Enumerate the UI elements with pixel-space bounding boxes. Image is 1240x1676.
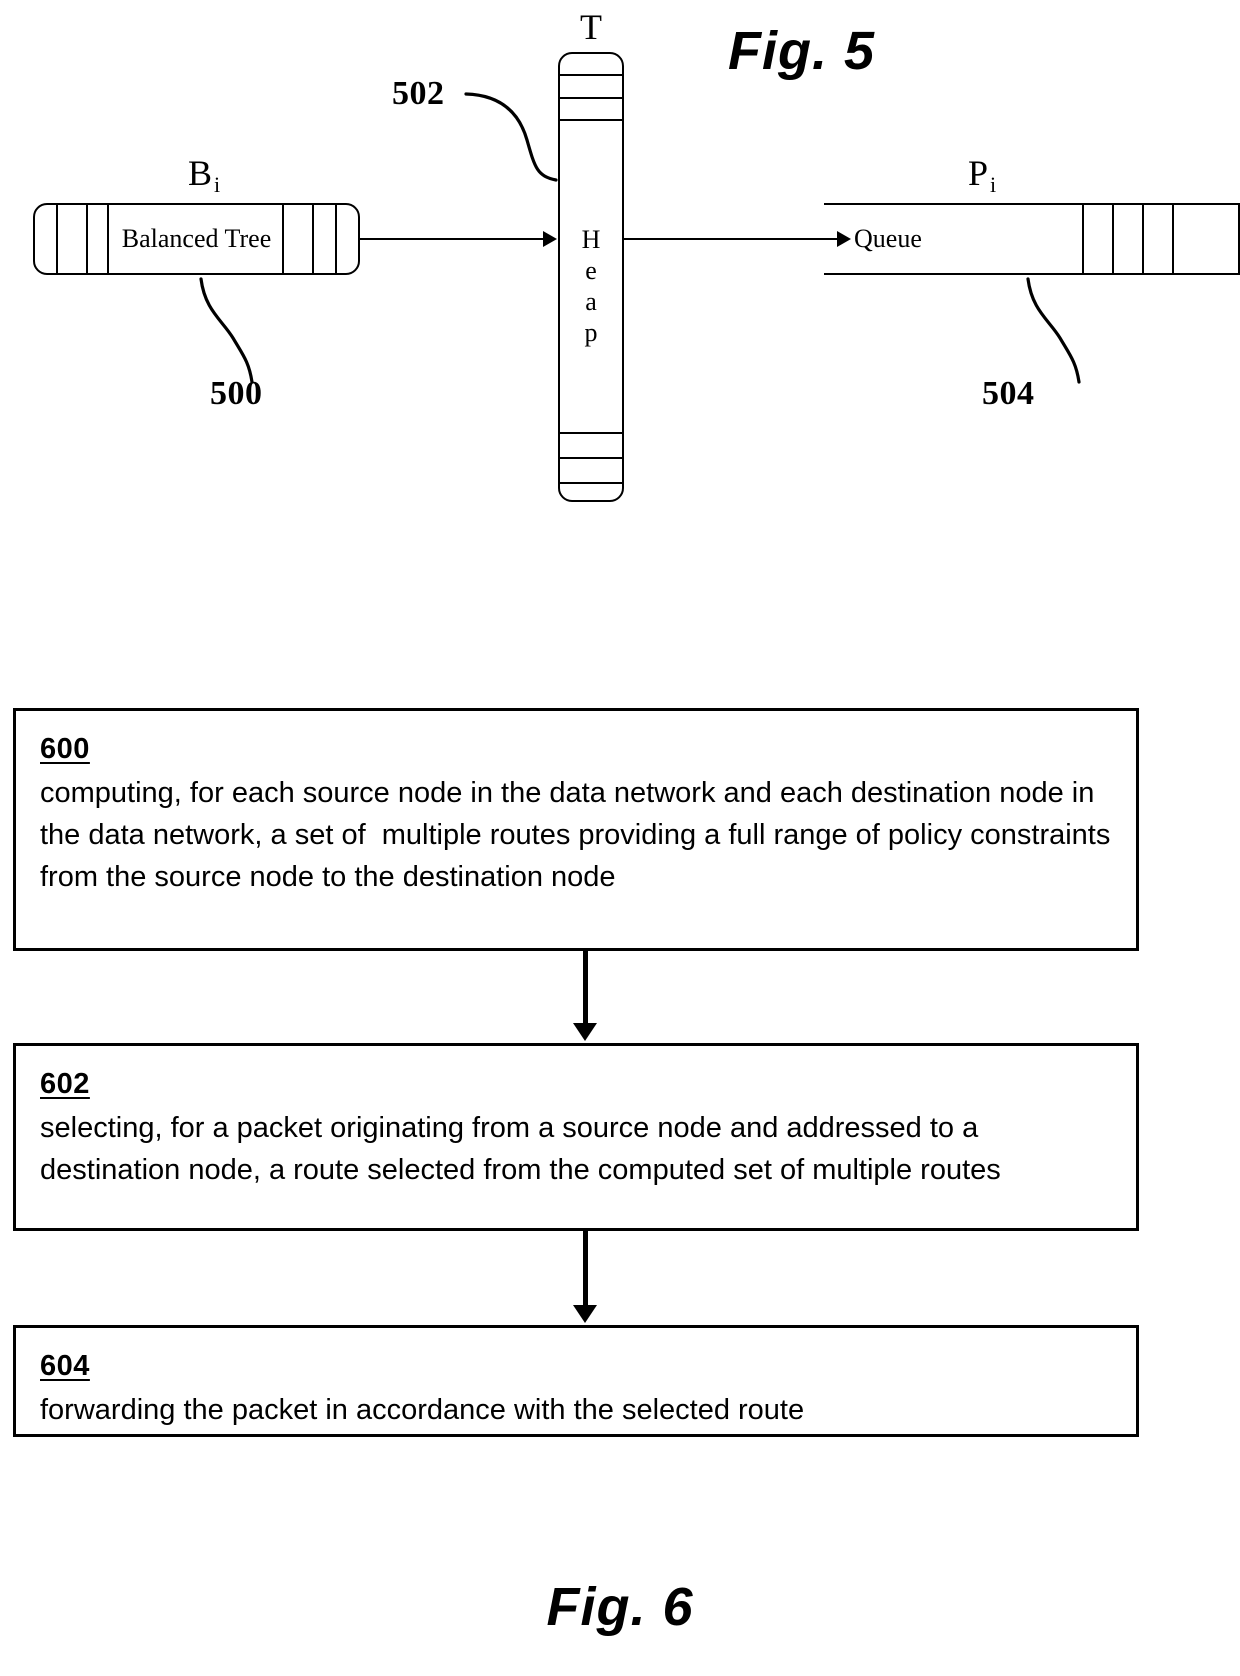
flow-step-602-number: 602 (40, 1068, 90, 1100)
flow-step-600: 600 computing, for each source node in t… (13, 708, 1139, 951)
flow-arrow-602-to-604-head (573, 1305, 597, 1323)
figure-6-caption: Fig. 6 (546, 1577, 694, 1637)
flow-step-602-text: selecting, for a packet originating from… (40, 1112, 1001, 1186)
flow-arrow-602-to-604-line (583, 1231, 588, 1305)
flow-step-604-text: forwarding the packet in accordance with… (40, 1394, 805, 1426)
flow-step-604: 604 forwarding the packet in accordance … (13, 1325, 1139, 1437)
flow-step-600-number: 600 (40, 733, 90, 765)
figure-6: 600 computing, for each source node in t… (0, 0, 1240, 1676)
flow-step-604-number: 604 (40, 1350, 90, 1382)
flow-step-600-text: computing, for each source node in the d… (40, 777, 1119, 893)
flow-arrow-600-to-602-line (583, 951, 588, 1023)
flow-arrow-600-to-602-head (573, 1023, 597, 1041)
flow-step-602: 602 selecting, for a packet originating … (13, 1043, 1139, 1231)
